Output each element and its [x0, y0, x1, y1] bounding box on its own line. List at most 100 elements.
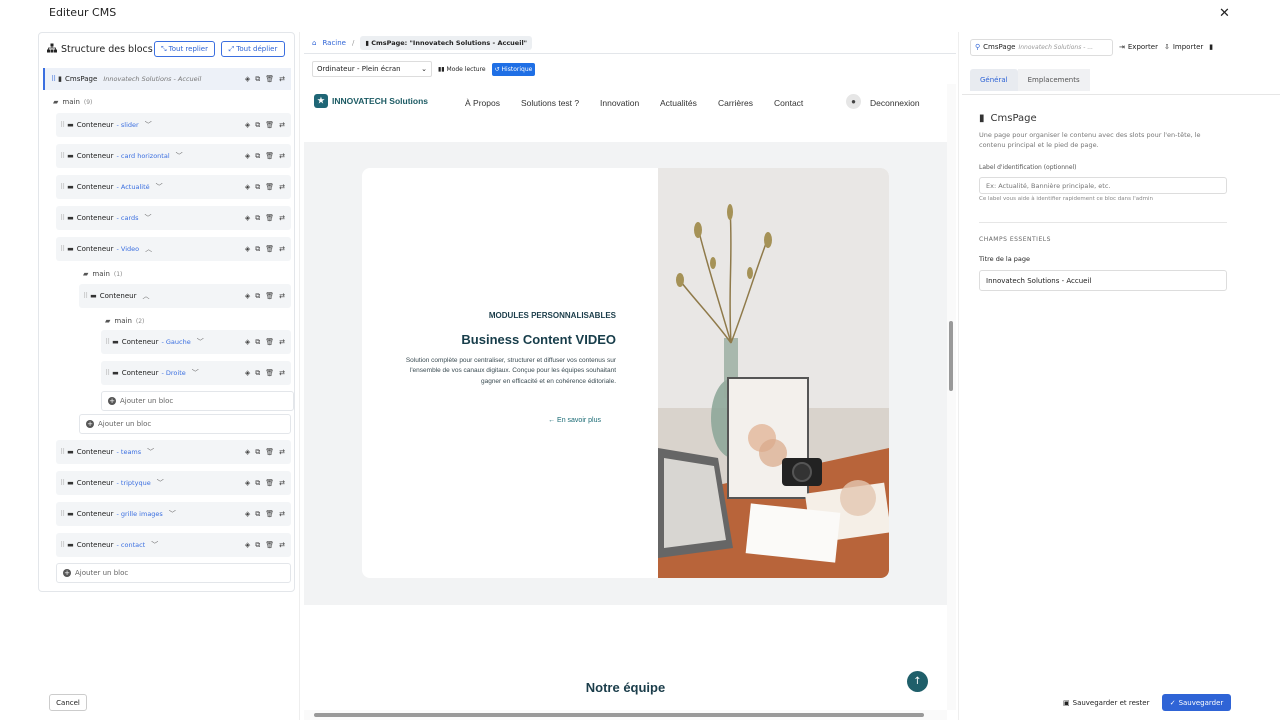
chevron-down-icon[interactable]: ﹀ — [176, 151, 183, 161]
layers-icon[interactable]: ◈ — [245, 121, 250, 129]
tree-item-block[interactable]: ⠿ ▬ Conteneur - grille images ﹀ ◈ ⧉ 🗑 ⇄ — [56, 502, 291, 526]
nav-item-innovation[interactable]: Innovation — [600, 98, 639, 108]
reading-mode-button[interactable]: ▮▮ Mode lecture — [438, 66, 486, 73]
expand-all-button[interactable]: ⤢ Tout déplier — [221, 41, 285, 57]
delete-icon[interactable]: 🗑 — [265, 245, 274, 253]
close-icon[interactable]: ✕ — [1219, 6, 1230, 21]
delete-icon[interactable]: 🗑 — [265, 338, 274, 346]
chevron-down-icon[interactable]: ﹀ — [145, 213, 152, 223]
tree-item-block[interactable]: ⠿ ▬ Conteneur - card horizontal ﹀ ◈ ⧉ 🗑 ⇄ — [56, 144, 291, 168]
tree-root-cmspage[interactable]: ⠿ ▮ CmsPage Innovatech Solutions - Accue… — [43, 68, 291, 90]
horizontal-scroll-thumb[interactable] — [314, 713, 924, 717]
chevron-down-icon[interactable]: ﹀ — [151, 540, 158, 550]
history-button[interactable]: ↺ Historique — [491, 62, 536, 76]
swap-icon[interactable]: ⇄ — [279, 183, 285, 191]
swap-icon[interactable]: ⇄ — [279, 369, 285, 377]
inner-main-slot[interactable]: ▰ main (2) — [105, 317, 144, 325]
drag-handle-icon[interactable]: ⠿ — [60, 214, 65, 222]
duplicate-icon[interactable]: ⧉ — [255, 510, 260, 519]
duplicate-icon[interactable]: ⧉ — [255, 448, 260, 457]
chevron-up-icon[interactable]: ︿ — [145, 244, 152, 254]
swap-icon[interactable]: ⇄ — [279, 448, 285, 456]
duplicate-icon[interactable]: ⧉ — [255, 292, 260, 301]
chevron-down-icon[interactable]: ﹀ — [169, 509, 176, 519]
delete-icon[interactable]: 🗑 — [265, 214, 274, 222]
layers-icon[interactable]: ◈ — [245, 338, 250, 346]
duplicate-icon[interactable]: ⧉ — [255, 152, 260, 161]
nav-item-contact[interactable]: Contact — [774, 98, 803, 108]
nav-item-careers[interactable]: Carrières — [718, 98, 753, 108]
tree-item-block[interactable]: ⠿ ▬ Conteneur - Actualité ﹀ ◈ ⧉ 🗑 ⇄ — [56, 175, 291, 199]
drag-handle-icon[interactable]: ⠿ — [105, 369, 110, 377]
cancel-button[interactable]: Cancel — [49, 694, 87, 711]
chevron-down-icon[interactable]: ﹀ — [197, 337, 204, 347]
duplicate-icon[interactable]: ⧉ — [255, 245, 260, 254]
delete-icon[interactable]: 🗑 — [265, 479, 274, 487]
save-and-stay-button[interactable]: ▣ Sauvegarder et rester — [1063, 694, 1149, 711]
drag-handle-icon[interactable]: ⠿ — [83, 292, 88, 300]
right-splitter[interactable] — [958, 32, 959, 720]
import-button[interactable]: ⇩ Importer — [1164, 43, 1203, 51]
layers-icon[interactable]: ◈ — [245, 292, 250, 300]
tree-item-block[interactable]: ⠿ ▬ Conteneur - Video ︿ ◈ ⧉ 🗑 ⇄ — [56, 237, 291, 261]
duplicate-icon[interactable]: ⧉ — [255, 214, 260, 223]
chevron-down-icon[interactable]: ﹀ — [192, 368, 199, 378]
page-title-input[interactable] — [979, 270, 1227, 291]
layers-icon[interactable]: ◈ — [245, 448, 250, 456]
swap-icon[interactable]: ⇄ — [279, 152, 285, 160]
delete-icon[interactable]: 🗑 — [265, 75, 274, 83]
chevron-down-icon[interactable]: ﹀ — [157, 478, 164, 488]
drag-handle-icon[interactable]: ⠿ — [60, 479, 65, 487]
learn-more-link[interactable]: ← En savoir plus — [362, 417, 601, 424]
tab-slots[interactable]: Emplacements — [1017, 69, 1090, 91]
delete-icon[interactable]: 🗑 — [265, 369, 274, 377]
tree-item-inner-container[interactable]: ⠿ ▬ Conteneur ︿ ◈ ⧉ 🗑 ⇄ — [79, 284, 291, 308]
drag-handle-icon[interactable]: ⠿ — [51, 75, 56, 83]
layers-icon[interactable]: ◈ — [245, 369, 250, 377]
save-button[interactable]: ✓ Sauvegarder — [1162, 694, 1231, 711]
duplicate-icon[interactable]: ⧉ — [255, 121, 260, 130]
tree-item-droite[interactable]: ⠿ ▬ Conteneur - Droite ﹀ ◈ ⧉ 🗑 ⇄ — [101, 361, 291, 385]
breadcrumb-root[interactable]: Racine — [322, 39, 346, 47]
chevron-up-icon[interactable]: ︿ — [142, 291, 149, 301]
scroll-top-button[interactable]: ↑ — [907, 671, 928, 692]
chevron-down-icon[interactable]: ﹀ — [145, 120, 152, 130]
delete-icon[interactable]: 🗑 — [265, 121, 274, 129]
vertical-scroll-thumb[interactable] — [949, 321, 953, 391]
swap-icon[interactable]: ⇄ — [279, 510, 285, 518]
nav-item-about[interactable]: À Propos — [465, 98, 500, 108]
tree-item-block[interactable]: ⠿ ▬ Conteneur - slider ﹀ ◈ ⧉ 🗑 ⇄ — [56, 113, 291, 137]
add-block-button-main[interactable]: + Ajouter un bloc — [56, 563, 291, 583]
tab-general[interactable]: Général — [970, 69, 1018, 91]
chevron-down-icon[interactable]: ﹀ — [147, 447, 154, 457]
layers-icon[interactable]: ◈ — [245, 510, 250, 518]
delete-icon[interactable]: 🗑 — [265, 448, 274, 456]
collapse-all-button[interactable]: ⤡ Tout replier — [154, 41, 215, 57]
trash-icon[interactable]: ▮ — [1209, 43, 1213, 51]
swap-icon[interactable]: ⇄ — [279, 541, 285, 549]
user-avatar-icon[interactable]: ● — [846, 94, 861, 109]
vertical-scrollbar[interactable] — [947, 84, 956, 710]
swap-icon[interactable]: ⇄ — [279, 245, 285, 253]
swap-icon[interactable]: ⇄ — [279, 479, 285, 487]
swap-icon[interactable]: ⇄ — [279, 214, 285, 222]
main-slot[interactable]: ▰ main (9) — [53, 98, 92, 106]
layers-icon[interactable]: ◈ — [245, 214, 250, 222]
delete-icon[interactable]: 🗑 — [265, 292, 274, 300]
logout-link[interactable]: Deconnexion — [870, 98, 920, 108]
delete-icon[interactable]: 🗑 — [265, 183, 274, 191]
drag-handle-icon[interactable]: ⠿ — [60, 152, 65, 160]
swap-icon[interactable]: ⇄ — [279, 121, 285, 129]
nav-item-solutions[interactable]: Solutions test ? — [521, 98, 579, 108]
chevron-down-icon[interactable]: ﹀ — [156, 182, 163, 192]
add-block-button-video[interactable]: + Ajouter un bloc — [79, 414, 291, 434]
layers-icon[interactable]: ◈ — [245, 541, 250, 549]
duplicate-icon[interactable]: ⧉ — [255, 338, 260, 347]
layers-icon[interactable]: ◈ — [245, 479, 250, 487]
swap-icon[interactable]: ⇄ — [279, 292, 285, 300]
tree-item-block[interactable]: ⠿ ▬ Conteneur - cards ﹀ ◈ ⧉ 🗑 ⇄ — [56, 206, 291, 230]
drag-handle-icon[interactable]: ⠿ — [105, 338, 110, 346]
id-input[interactable] — [979, 177, 1227, 194]
drag-handle-icon[interactable]: ⠿ — [60, 183, 65, 191]
drag-handle-icon[interactable]: ⠿ — [60, 121, 65, 129]
